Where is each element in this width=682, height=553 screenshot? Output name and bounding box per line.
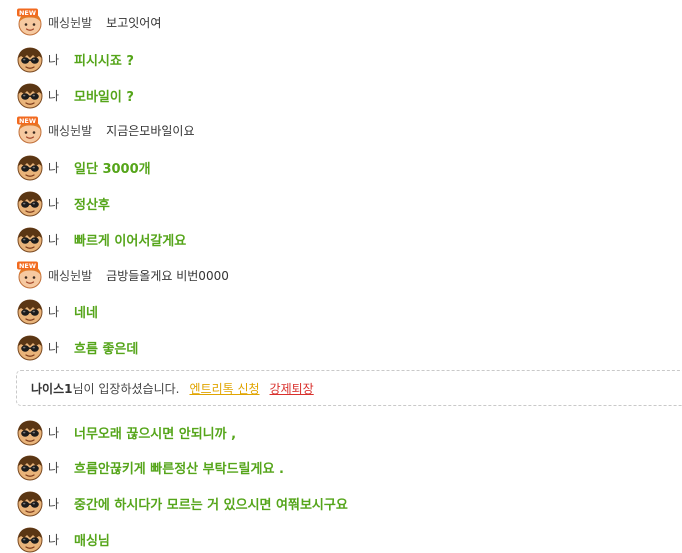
nickname: 나 xyxy=(48,196,60,211)
sunglasses-avatar xyxy=(16,225,44,253)
new-user-avatar: NEW xyxy=(16,116,44,144)
new-badge-text: NEW xyxy=(19,117,36,125)
sunglasses-avatar-icon xyxy=(17,155,43,181)
sunglasses-avatar xyxy=(16,153,44,181)
sunglasses-avatar-icon xyxy=(17,455,43,481)
message-text: 보고잇어여 xyxy=(106,15,162,30)
chat-message: 나 빠르게 이어서갈게요 xyxy=(16,225,186,253)
force-kick-link[interactable]: 강제퇴장 xyxy=(270,380,314,397)
sunglasses-avatar-icon xyxy=(17,299,43,325)
new-badge-text: NEW xyxy=(19,9,36,17)
sunglasses-avatar xyxy=(16,297,44,325)
chat-message: 나 흐름안끊키게 빠른정산 부탁드릴게요 . xyxy=(16,453,284,481)
nickname: 나 xyxy=(48,340,60,355)
message-text: 흐름 좋은데 xyxy=(74,341,139,357)
sunglasses-avatar-icon xyxy=(17,491,43,517)
nickname: 매싱뉜발 xyxy=(48,15,93,30)
new-user-avatar-icon: NEW xyxy=(17,8,42,36)
nickname: 나 xyxy=(48,52,60,67)
nickname: 나 xyxy=(48,532,60,547)
message-text: 흐름안끊키게 빠른정산 부탁드릴게요 . xyxy=(74,461,284,477)
message-text: 매싱님 xyxy=(74,533,110,549)
chat-message: NEW 매싱뉜발 보고잇어여 xyxy=(16,8,161,36)
message-text: 모바일이 ? xyxy=(74,89,134,105)
message-text: 너무오래 끊으시면 안되니까 , xyxy=(74,426,237,442)
new-user-avatar: NEW xyxy=(16,8,44,36)
sunglasses-avatar-icon xyxy=(17,83,43,109)
sunglasses-avatar-icon xyxy=(17,227,43,253)
new-badge-text: NEW xyxy=(19,262,36,270)
chat-message: NEW 매싱뉜발 금방들올게요 비번0000 xyxy=(16,261,229,289)
notice-username[interactable]: 나이스1 xyxy=(31,380,72,397)
sunglasses-avatar-icon xyxy=(17,47,43,73)
sunglasses-avatar xyxy=(16,333,44,361)
message-text: 네네 xyxy=(74,305,98,321)
sunglasses-avatar xyxy=(16,489,44,517)
nickname: 나 xyxy=(48,496,60,511)
nickname: 나 xyxy=(48,88,60,103)
nickname: 나 xyxy=(48,425,60,440)
message-text: 피시시죠 ? xyxy=(74,53,134,69)
chat-log: NEW 매싱뉜발 보고잇어여 나 피시시죠 ? 나 모바일이 ? NEW 매싱뉜… xyxy=(0,0,682,553)
sunglasses-avatar xyxy=(16,525,44,553)
chat-message: 나 매싱님 xyxy=(16,525,110,553)
chat-message: 나 정산후 xyxy=(16,189,110,217)
sunglasses-avatar xyxy=(16,81,44,109)
message-text: 일단 3000개 xyxy=(74,161,151,177)
sunglasses-avatar-icon xyxy=(17,191,43,217)
system-notice: 나이스1 님이 입장하셨습니다. 엔트리톡 신청 강제퇴장 xyxy=(16,370,682,406)
entry-talk-request-link[interactable]: 엔트리톡 신청 xyxy=(189,380,259,397)
chat-message: 나 일단 3000개 xyxy=(16,153,151,181)
sunglasses-avatar xyxy=(16,45,44,73)
sunglasses-avatar-icon xyxy=(17,527,43,553)
chat-message: 나 중간에 하시다가 모르는 거 있으시면 여쭤보시구요 xyxy=(16,489,348,517)
new-user-avatar: NEW xyxy=(16,261,44,289)
message-text: 중간에 하시다가 모르는 거 있으시면 여쭤보시구요 xyxy=(74,497,348,513)
sunglasses-avatar xyxy=(16,418,44,446)
sunglasses-avatar xyxy=(16,453,44,481)
sunglasses-avatar-icon xyxy=(17,420,43,446)
new-user-avatar-icon: NEW xyxy=(17,116,42,144)
chat-message: 나 흐름 좋은데 xyxy=(16,333,138,361)
sunglasses-avatar xyxy=(16,189,44,217)
message-text: 지금은모바일이요 xyxy=(106,123,195,138)
chat-message: 나 너무오래 끊으시면 안되니까 , xyxy=(16,418,236,446)
chat-message: 나 모바일이 ? xyxy=(16,81,134,109)
nickname: 매싱뉜발 xyxy=(48,123,93,138)
nickname: 나 xyxy=(48,460,60,475)
nickname: 나 xyxy=(48,160,60,175)
chat-message: 나 피시시죠 ? xyxy=(16,45,134,73)
message-text: 금방들올게요 비번0000 xyxy=(106,268,229,283)
sunglasses-avatar-icon xyxy=(17,335,43,361)
nickname: 나 xyxy=(48,304,60,319)
message-text: 정산후 xyxy=(74,197,110,213)
message-text: 빠르게 이어서갈게요 xyxy=(74,233,187,249)
notice-text: 님이 입장하셨습니다. xyxy=(72,381,180,396)
nickname: 매싱뉜발 xyxy=(48,268,93,283)
nickname: 나 xyxy=(48,232,60,247)
chat-message: NEW 매싱뉜발 지금은모바일이요 xyxy=(16,116,195,144)
chat-message: 나 네네 xyxy=(16,297,98,325)
new-user-avatar-icon: NEW xyxy=(17,261,42,289)
